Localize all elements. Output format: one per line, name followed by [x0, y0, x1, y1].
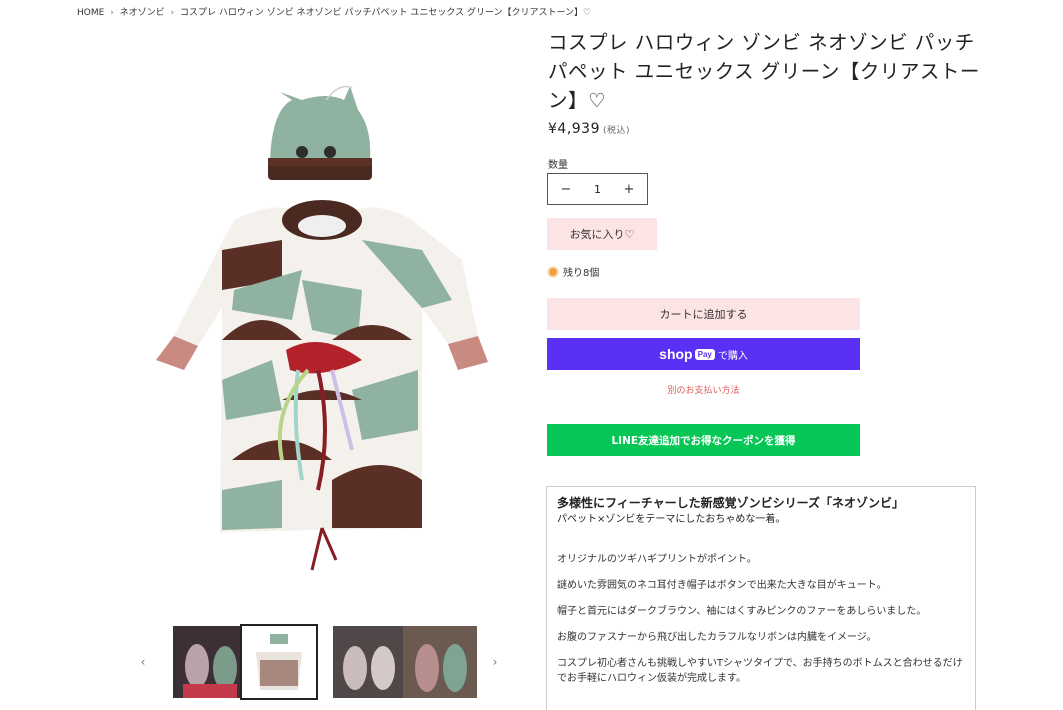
other-payment-link[interactable]: 別のお支払い方法: [547, 383, 860, 396]
breadcrumb-separator: ›: [110, 8, 114, 18]
breadcrumb-home-link[interactable]: HOME: [77, 8, 104, 18]
favorite-button[interactable]: お気に入り♡: [547, 218, 657, 250]
stock-text: 残り8個: [563, 268, 600, 279]
description-paragraph: オリジナルのツギハギプリントがポイント。: [557, 554, 757, 565]
breadcrumb: HOME › ネオゾンビ › コスプレ ハロウィン ゾンビ ネオゾンビ パッチパ…: [77, 5, 591, 18]
shop-pay-button[interactable]: shop Pay で購入: [547, 338, 860, 370]
description-paragraph: 謎めいた雰囲気のネコ耳付き帽子はボタンで出来た大きな目がキュート。: [557, 580, 887, 591]
thumbnail-3[interactable]: [333, 626, 407, 698]
plus-icon[interactable]: +: [623, 182, 635, 197]
breadcrumb-category-link[interactable]: ネオゾンビ: [120, 5, 165, 18]
chevron-left-icon[interactable]: ‹: [133, 652, 153, 672]
product-title: コスプレ ハロウィン ゾンビ ネオゾンビ パッチパペット ユニセックス グリーン…: [548, 31, 980, 112]
stock-dot-icon: [549, 267, 557, 276]
add-to-cart-button[interactable]: カートに追加する: [547, 298, 860, 330]
minus-icon[interactable]: −: [560, 182, 572, 197]
thumbnail-gallery: ‹ ›: [128, 622, 516, 702]
quantity-value[interactable]: 1: [594, 183, 601, 196]
shirt-illustration: [156, 200, 488, 571]
description-paragraph: 帽子と首元にはダークブラウン、袖にはくすみピンクのファーをあしらいました。: [557, 606, 927, 617]
quantity-label: 数量: [548, 160, 568, 171]
hat-illustration: [268, 85, 372, 180]
thumbnail-2[interactable]: [240, 624, 318, 700]
description-paragraph: コスプレ初心者さんも挑戦しやすいTシャツタイプで、お手持ちのボトムスと合わせるだ…: [557, 658, 963, 684]
description-paragraph: お腹のファスナーから飛び出したカラフルなリボンは内臓をイメージ。: [557, 632, 877, 643]
description-heading: 多様性にフィーチャーした新感覚ゾンビシリーズ「ネオゾンビ」: [557, 496, 905, 510]
pay-badge: Pay: [694, 348, 715, 360]
shop-pay-logo: shop: [659, 346, 693, 362]
line-coupon-button[interactable]: LINE友達追加でお得なクーポンを獲得: [547, 424, 860, 456]
product-main-image[interactable]: [122, 40, 542, 600]
thumbnail-1[interactable]: [173, 626, 247, 698]
product-price: ¥4,939 (税込): [548, 121, 630, 137]
chevron-right-icon[interactable]: ›: [485, 652, 505, 672]
breadcrumb-separator: ›: [170, 8, 175, 18]
stock-status: 残り8個: [549, 264, 599, 279]
quantity-stepper: − 1 +: [547, 173, 648, 205]
product-description: 多様性にフィーチャーした新感覚ゾンビシリーズ「ネオゾンビ」 パペット×ゾンビをテ…: [546, 486, 976, 710]
breadcrumb-current: コスプレ ハロウィン ゾンビ ネオゾンビ パッチパペット ユニセックス グリーン…: [180, 8, 592, 18]
tax-note: (税込): [603, 126, 631, 136]
price-value: ¥4,939: [548, 121, 600, 137]
description-subheading: パペット×ゾンビをテーマにしたおちゃめな一着。: [557, 514, 786, 525]
thumbnail-4[interactable]: [403, 626, 477, 698]
buy-now-label: で購入: [717, 350, 748, 362]
